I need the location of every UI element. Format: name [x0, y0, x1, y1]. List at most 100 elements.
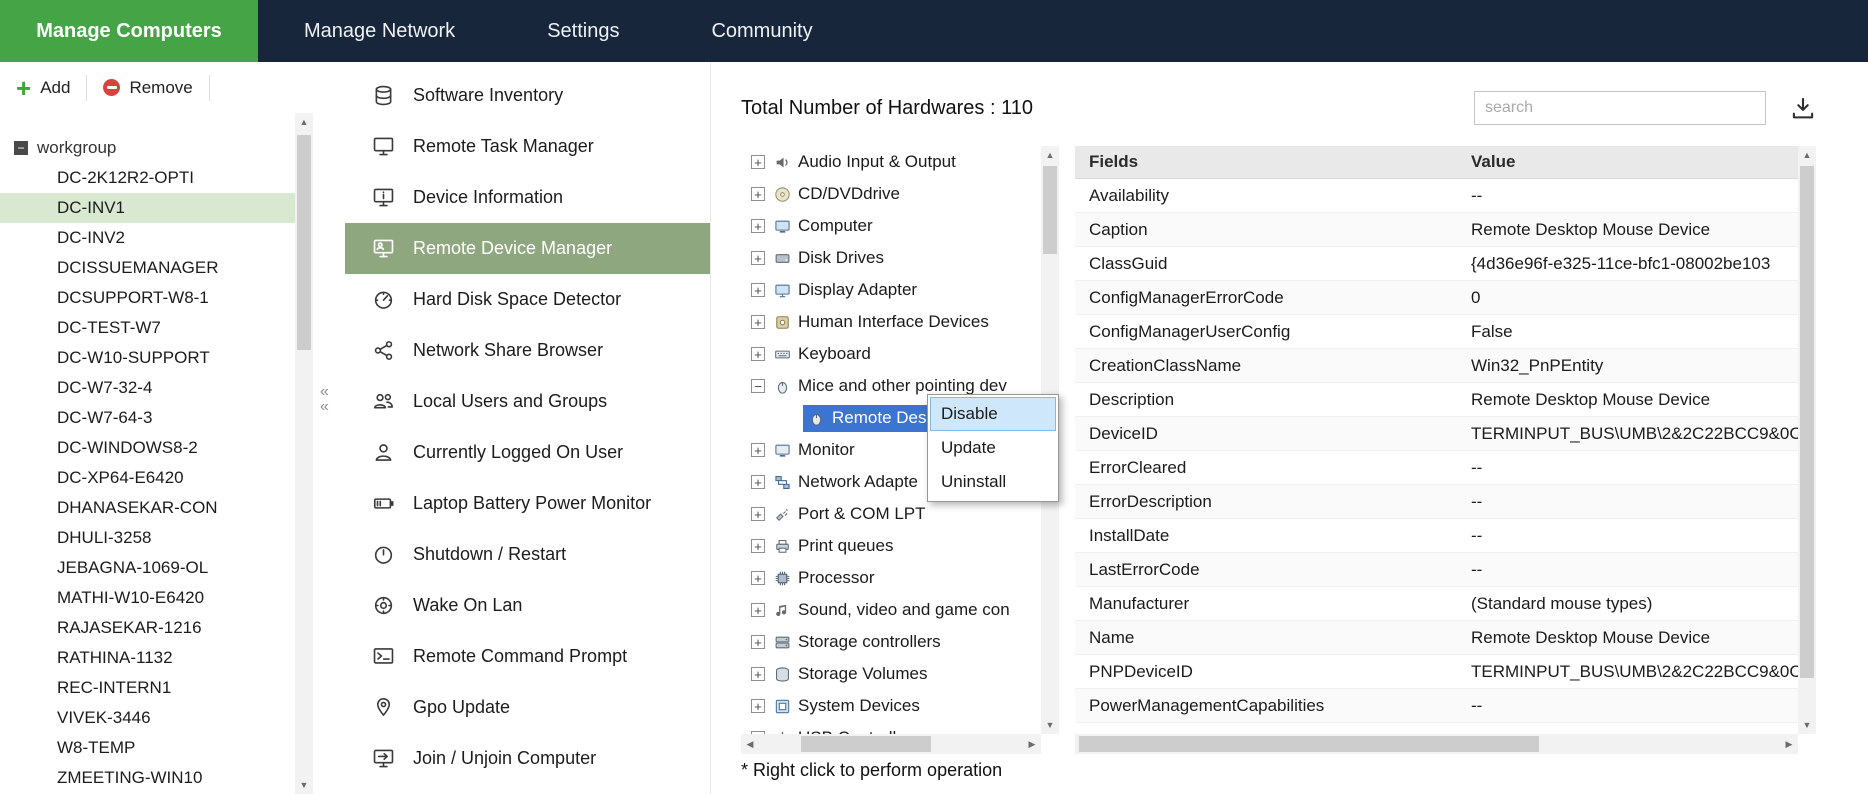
expander-plus-icon[interactable]: +: [751, 475, 765, 489]
tool-item-device-information[interactable]: Device Information: [345, 172, 710, 223]
tool-item-software-inventory[interactable]: Software Inventory: [345, 70, 710, 121]
property-row[interactable]: LastErrorCode--: [1075, 553, 1798, 587]
nav-tab-manage-computers[interactable]: Manage Computers: [0, 0, 258, 62]
computer-item[interactable]: REC-INTERN1: [0, 673, 296, 703]
device-tree-item-storage-controllers[interactable]: +Storage controllers: [741, 626, 1041, 658]
device-tree-item-human-interface-devices[interactable]: +Human Interface Devices: [741, 306, 1041, 338]
computer-item[interactable]: MATHI-W10-E6420: [0, 583, 296, 613]
tool-item-local-users-and-groups[interactable]: Local Users and Groups: [345, 376, 710, 427]
computer-item[interactable]: DHANASEKAR-CON: [0, 493, 296, 523]
tool-item-network-share-browser[interactable]: Network Share Browser: [345, 325, 710, 376]
scroll-up-icon[interactable]: ▲: [1798, 146, 1816, 164]
expander-plus-icon[interactable]: +: [751, 635, 765, 649]
tool-item-hard-disk-space-detector[interactable]: Hard Disk Space Detector: [345, 274, 710, 325]
scroll-up-icon[interactable]: ▲: [295, 113, 313, 131]
tool-item-laptop-battery-power-monitor[interactable]: Laptop Battery Power Monitor: [345, 478, 710, 529]
expander-plus-icon[interactable]: +: [751, 315, 765, 329]
expander-plus-icon[interactable]: +: [751, 219, 765, 233]
property-row[interactable]: CreationClassNameWin32_PnPEntity: [1075, 349, 1798, 383]
expander-plus-icon[interactable]: +: [751, 251, 765, 265]
scrollbar-thumb[interactable]: [1043, 166, 1057, 254]
computer-item[interactable]: DC-W10-SUPPORT: [0, 343, 296, 373]
device-tree-item-keyboard[interactable]: +Keyboard: [741, 338, 1041, 370]
device-tree-item-processor[interactable]: +Processor: [741, 562, 1041, 594]
expander-plus-icon[interactable]: +: [751, 347, 765, 361]
scrollbar-thumb[interactable]: [801, 736, 931, 752]
expander-plus-icon[interactable]: +: [751, 699, 765, 713]
property-row[interactable]: NameRemote Desktop Mouse Device: [1075, 621, 1798, 655]
scrollbar-thumb[interactable]: [1800, 166, 1814, 678]
tool-item-remote-command-prompt[interactable]: Remote Command Prompt: [345, 631, 710, 682]
expander-plus-icon[interactable]: +: [751, 603, 765, 617]
property-row[interactable]: PowerManagementCapabilities--: [1075, 689, 1798, 723]
nav-tab-community[interactable]: Community: [665, 0, 858, 62]
computers-scrollbar[interactable]: ▲ ▼: [295, 113, 313, 794]
expander-minus-icon[interactable]: −: [751, 379, 765, 393]
nav-tab-manage-network[interactable]: Manage Network: [258, 0, 501, 62]
property-row[interactable]: ConfigManagerUserConfigFalse: [1075, 315, 1798, 349]
device-tree-item-port-com-lpt[interactable]: +Port & COM LPT: [741, 498, 1041, 530]
expander-plus-icon[interactable]: +: [751, 667, 765, 681]
computer-item[interactable]: ZMEETING-WIN10: [0, 763, 296, 793]
panel-collapse-handle[interactable]: ««: [313, 62, 345, 794]
property-row[interactable]: Availability--: [1075, 179, 1798, 213]
scroll-left-icon[interactable]: ◀: [741, 734, 759, 754]
add-computer-button[interactable]: + Add: [16, 78, 70, 98]
scrollbar-thumb[interactable]: [297, 135, 311, 350]
expander-plus-icon[interactable]: +: [751, 187, 765, 201]
properties-horizontal-scrollbar[interactable]: ◀ ▶: [1075, 734, 1798, 754]
tool-item-shutdown-restart[interactable]: Shutdown / Restart: [345, 529, 710, 580]
scrollbar-thumb[interactable]: [1079, 736, 1539, 752]
property-row[interactable]: DeviceIDTERMINPUT_BUS\UMB\2&2C22BCC9&0C: [1075, 417, 1798, 451]
context-menu-item-disable[interactable]: Disable: [930, 397, 1056, 431]
workgroup-row[interactable]: −workgroup: [0, 133, 296, 163]
scroll-down-icon[interactable]: ▼: [1041, 716, 1059, 734]
device-tree-item-disk-drives[interactable]: +Disk Drives: [741, 242, 1041, 274]
property-row[interactable]: PNPDeviceIDTERMINPUT_BUS\UMB\2&2C22BCC9&…: [1075, 655, 1798, 689]
remove-computer-button[interactable]: Remove: [103, 78, 192, 98]
device-tree-item-system-devices[interactable]: +System Devices: [741, 690, 1041, 722]
expander-plus-icon[interactable]: +: [751, 283, 765, 297]
computer-item[interactable]: DC-XP64-E6420: [0, 463, 296, 493]
property-row[interactable]: ConfigManagerErrorCode0: [1075, 281, 1798, 315]
device-tree-item-display-adapter[interactable]: +Display Adapter: [741, 274, 1041, 306]
expander-plus-icon[interactable]: +: [751, 155, 765, 169]
scroll-down-icon[interactable]: ▼: [295, 776, 313, 794]
scroll-down-icon[interactable]: ▼: [1798, 716, 1816, 734]
property-row[interactable]: CaptionRemote Desktop Mouse Device: [1075, 213, 1798, 247]
device-tree-item-usb-controllers[interactable]: +USB Controllers: [741, 722, 1041, 734]
property-row[interactable]: ErrorCleared--: [1075, 451, 1798, 485]
property-row[interactable]: InstallDate--: [1075, 519, 1798, 553]
device-tree-item-storage-volumes[interactable]: +Storage Volumes: [741, 658, 1041, 690]
property-row[interactable]: Manufacturer(Standard mouse types): [1075, 587, 1798, 621]
device-tree-item-computer[interactable]: +Computer: [741, 210, 1041, 242]
search-input[interactable]: [1474, 91, 1766, 125]
tool-item-wake-on-lan[interactable]: Wake On Lan: [345, 580, 710, 631]
context-menu-item-update[interactable]: Update: [930, 431, 1056, 465]
device-tree-item-cd-dvddrive[interactable]: +CD/DVDdrive: [741, 178, 1041, 210]
computer-item[interactable]: DHULI-3258: [0, 523, 296, 553]
expander-plus-icon[interactable]: +: [751, 443, 765, 457]
scroll-right-icon[interactable]: ▶: [1023, 734, 1041, 754]
property-row[interactable]: DescriptionRemote Desktop Mouse Device: [1075, 383, 1798, 417]
computer-item[interactable]: DC-WINDOWS8-2: [0, 433, 296, 463]
expander-plus-icon[interactable]: +: [751, 539, 765, 553]
device-tree-horizontal-scrollbar[interactable]: ◀ ▶: [741, 734, 1041, 754]
computer-item[interactable]: W8-TEMP: [0, 733, 296, 763]
computer-item[interactable]: RATHINA-1132: [0, 643, 296, 673]
tool-item-gpo-update[interactable]: Gpo Update: [345, 682, 710, 733]
expander-plus-icon[interactable]: +: [751, 571, 765, 585]
tool-item-remote-device-manager[interactable]: Remote Device Manager: [345, 223, 710, 274]
computer-item[interactable]: DC-INV1: [0, 193, 296, 223]
computer-item[interactable]: VIVEK-3446: [0, 703, 296, 733]
collapse-minus-icon[interactable]: −: [14, 141, 28, 155]
computer-item[interactable]: DC-INV2: [0, 223, 296, 253]
scroll-up-icon[interactable]: ▲: [1041, 146, 1059, 164]
computer-item[interactable]: DC-W7-32-4: [0, 373, 296, 403]
property-row[interactable]: ClassGuid{4d36e96f-e325-11ce-bfc1-08002b…: [1075, 247, 1798, 281]
expander-plus-icon[interactable]: +: [751, 507, 765, 521]
export-download-icon[interactable]: [1790, 95, 1816, 121]
computer-item[interactable]: JEBAGNA-1069-OL: [0, 553, 296, 583]
device-tree-item-audio-input-output[interactable]: +Audio Input & Output: [741, 146, 1041, 178]
scroll-right-icon[interactable]: ▶: [1780, 734, 1798, 754]
